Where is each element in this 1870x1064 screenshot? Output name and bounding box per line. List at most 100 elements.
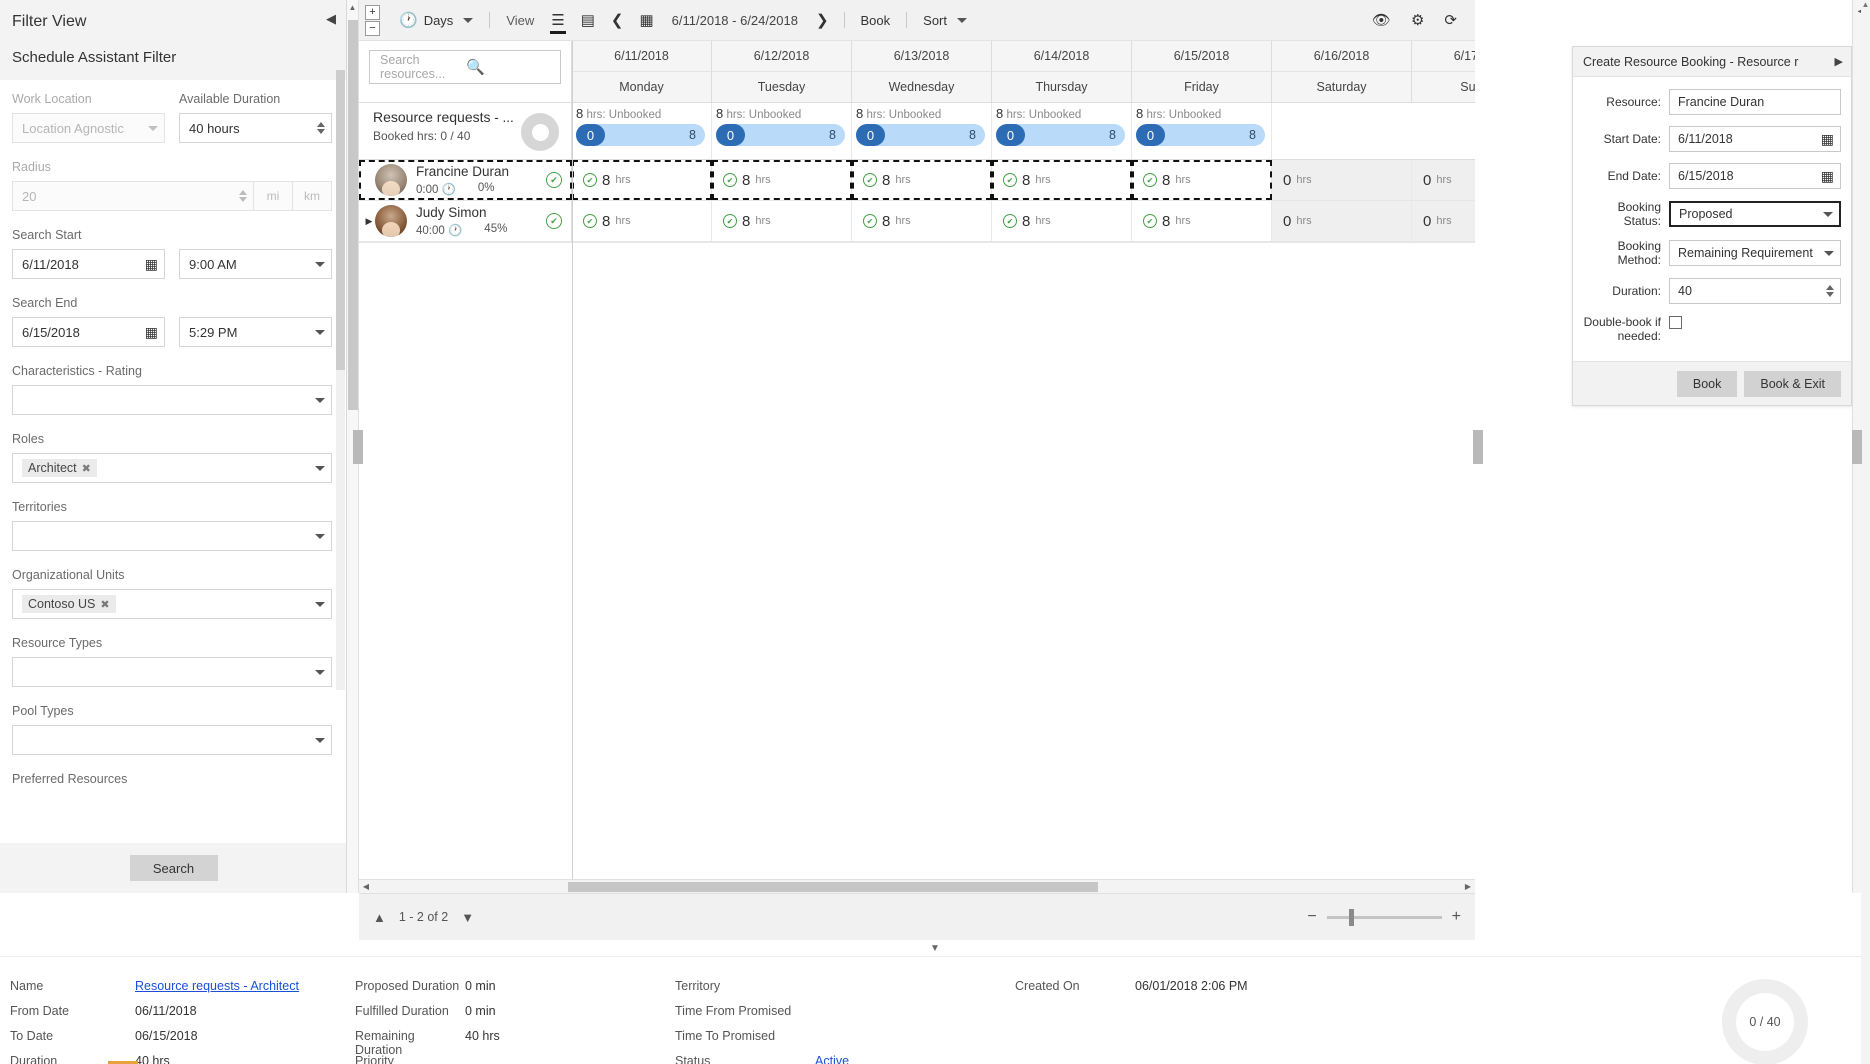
resource-types-select[interactable] (12, 657, 332, 687)
duration-input[interactable]: 40 (1669, 278, 1841, 304)
visibility-button[interactable]: 👁 (1364, 0, 1399, 41)
characteristics-select[interactable] (12, 385, 332, 415)
availability-cell[interactable]: ✔8hrs (572, 160, 712, 200)
book-button[interactable]: Book (1677, 371, 1738, 397)
available-duration-input[interactable]: 40 hours (179, 113, 332, 143)
scroll-right-icon[interactable]: ▶ (1461, 882, 1475, 891)
date-picker-button[interactable]: ▦ (631, 0, 661, 41)
radius-unit-mi[interactable]: mi (254, 181, 293, 211)
capacity-bar[interactable]: 08 (1136, 124, 1265, 146)
window-scrollbar[interactable]: ▲ (1861, 0, 1870, 1064)
panel-scrollbar-thumb[interactable] (348, 20, 358, 410)
availability-cell[interactable]: ✔8hrs (712, 201, 852, 241)
availability-cell[interactable]: ✔8hrs (852, 160, 992, 200)
zoom-in-icon[interactable]: + (1452, 908, 1461, 926)
next-period-button[interactable]: ❯ (808, 0, 837, 41)
hscroll-track[interactable] (373, 880, 1461, 894)
hscroll-thumb[interactable] (568, 882, 1098, 892)
page-up-icon[interactable]: ▲ (373, 910, 386, 925)
availability-cell[interactable]: ✔8hrs (572, 201, 712, 241)
availability-cell[interactable]: ✔8hrs (992, 160, 1132, 200)
booking-method-select[interactable]: Remaining Requirement (1669, 240, 1841, 266)
scroll-up-icon[interactable]: ▲ (347, 0, 358, 12)
resource-input[interactable]: Francine Duran (1669, 89, 1841, 115)
capacity-bar[interactable]: 08 (856, 124, 985, 146)
requirement-row[interactable]: Resource requests - ... Booked hrs: 0 / … (359, 103, 1475, 160)
radius-input[interactable]: 20 (12, 181, 254, 211)
search-start-date-input[interactable]: 6/11/2018 ▦ (12, 249, 165, 279)
radius-stepper[interactable] (239, 190, 247, 202)
resource-row[interactable]: Francine Duran0:00 🕐0%✔✔8hrs✔8hrs✔8hrs✔8… (359, 160, 1475, 201)
filter-scrollbar-thumb[interactable] (336, 70, 345, 370)
roles-select[interactable]: Architect ✖ (12, 453, 332, 483)
sort-menu-button[interactable]: Sort (914, 0, 976, 41)
zoom-out-button[interactable]: − (365, 21, 380, 36)
capacity-bar[interactable]: 08 (576, 124, 705, 146)
zoom-in-button[interactable]: + (365, 5, 380, 20)
duration-stepper[interactable] (1826, 285, 1834, 297)
territories-select[interactable] (12, 521, 332, 551)
expand-resource-icon[interactable]: ▶ (363, 216, 375, 227)
days-dropdown[interactable]: 🕐 Days (390, 0, 482, 41)
start-date-input[interactable]: 6/11/2018 ▦ (1669, 126, 1841, 152)
filter-scrollbar[interactable] (336, 70, 345, 690)
zoom-out-icon[interactable]: − (1307, 908, 1316, 926)
search-end-date-input[interactable]: 6/15/2018 ▦ (12, 317, 165, 347)
calendar-icon[interactable]: ▦ (1821, 169, 1834, 183)
details-splitter-handle[interactable] (1852, 430, 1862, 464)
zoom-slider-track[interactable] (1327, 916, 1442, 919)
chip-role[interactable]: Architect ✖ (22, 459, 97, 477)
scroll-up-icon[interactable]: ▲ (1861, 0, 1870, 9)
requirement-capacity-cell[interactable]: 8 hrs: Unbooked08 (1132, 103, 1272, 159)
zoom-controls[interactable]: + − (365, 5, 380, 36)
requirement-capacity-cell[interactable]: 8 hrs: Unbooked08 (572, 103, 712, 159)
expand-panel-icon[interactable]: ▶ (1835, 55, 1843, 68)
detail-value[interactable]: Active (815, 1054, 1015, 1064)
radius-unit-km[interactable]: km (293, 181, 332, 211)
refresh-button[interactable]: ⟳ (1436, 0, 1465, 41)
close-icon[interactable]: ✖ (100, 598, 109, 611)
resource-info[interactable]: ▶Judy Simon40:00 🕐45%✔ (359, 201, 572, 241)
pool-types-select[interactable] (12, 725, 332, 755)
list-view-button[interactable]: ☰ (543, 0, 572, 41)
resource-info[interactable]: Francine Duran0:00 🕐0%✔ (359, 160, 572, 200)
availability-cell[interactable]: ✔8hrs (1132, 201, 1272, 241)
search-start-time-select[interactable]: 9:00 AM (179, 249, 332, 279)
booking-status-select[interactable]: Proposed (1669, 201, 1841, 227)
book-and-exit-button[interactable]: Book & Exit (1744, 371, 1841, 397)
org-units-select[interactable]: Contoso US ✖ (12, 589, 332, 619)
prev-period-button[interactable]: ❮ (603, 0, 632, 41)
scroll-left-icon[interactable]: ◀ (359, 882, 373, 891)
calendar-icon[interactable]: ▦ (1821, 132, 1834, 146)
detail-link[interactable]: Resource requests - Architect (135, 979, 299, 993)
grid-view-button[interactable]: ▤ (573, 0, 603, 41)
right-splitter-handle[interactable] (1473, 430, 1483, 464)
search-button[interactable]: Search (130, 855, 218, 881)
collapse-filter-icon[interactable]: ◀ (326, 11, 336, 27)
chip-org-unit[interactable]: Contoso US ✖ (22, 595, 116, 613)
detail-value[interactable]: Resource requests - Architect (135, 979, 355, 993)
availability-cell[interactable]: 0hrs (1272, 160, 1412, 200)
settings-button[interactable]: ⚙ (1403, 0, 1432, 41)
double-book-checkbox[interactable] (1669, 316, 1682, 329)
close-icon[interactable]: ✖ (82, 462, 91, 475)
zoom-slider[interactable]: − + (1307, 908, 1461, 926)
left-splitter-handle[interactable] (353, 430, 363, 464)
capacity-bar[interactable]: 08 (716, 124, 845, 146)
availability-cell[interactable]: 0hrs (1272, 201, 1412, 241)
work-location-select[interactable]: Location Agnostic (12, 113, 165, 143)
search-end-time-select[interactable]: 5:29 PM (179, 317, 332, 347)
collapse-bottom-panel-button[interactable]: ▼ (0, 940, 1870, 956)
page-down-icon[interactable]: ▼ (461, 910, 474, 925)
availability-cell[interactable]: 0hrs (1412, 160, 1475, 200)
grid-horizontal-scrollbar[interactable]: ◀ ▶ (359, 879, 1475, 893)
calendar-icon[interactable]: ▦ (145, 325, 158, 339)
requirement-capacity-cell[interactable]: 8 hrs: Unbooked08 (992, 103, 1132, 159)
detail-link[interactable]: Active (815, 1054, 849, 1064)
book-menu-button[interactable]: Book (852, 0, 900, 41)
search-icon[interactable]: 🔍 (466, 58, 552, 76)
availability-cell[interactable]: ✔8hrs (852, 201, 992, 241)
availability-cell[interactable]: ✔8hrs (712, 160, 852, 200)
calendar-icon[interactable]: ▦ (145, 257, 158, 271)
requirement-capacity-cell[interactable]: 8 hrs: Unbooked08 (712, 103, 852, 159)
